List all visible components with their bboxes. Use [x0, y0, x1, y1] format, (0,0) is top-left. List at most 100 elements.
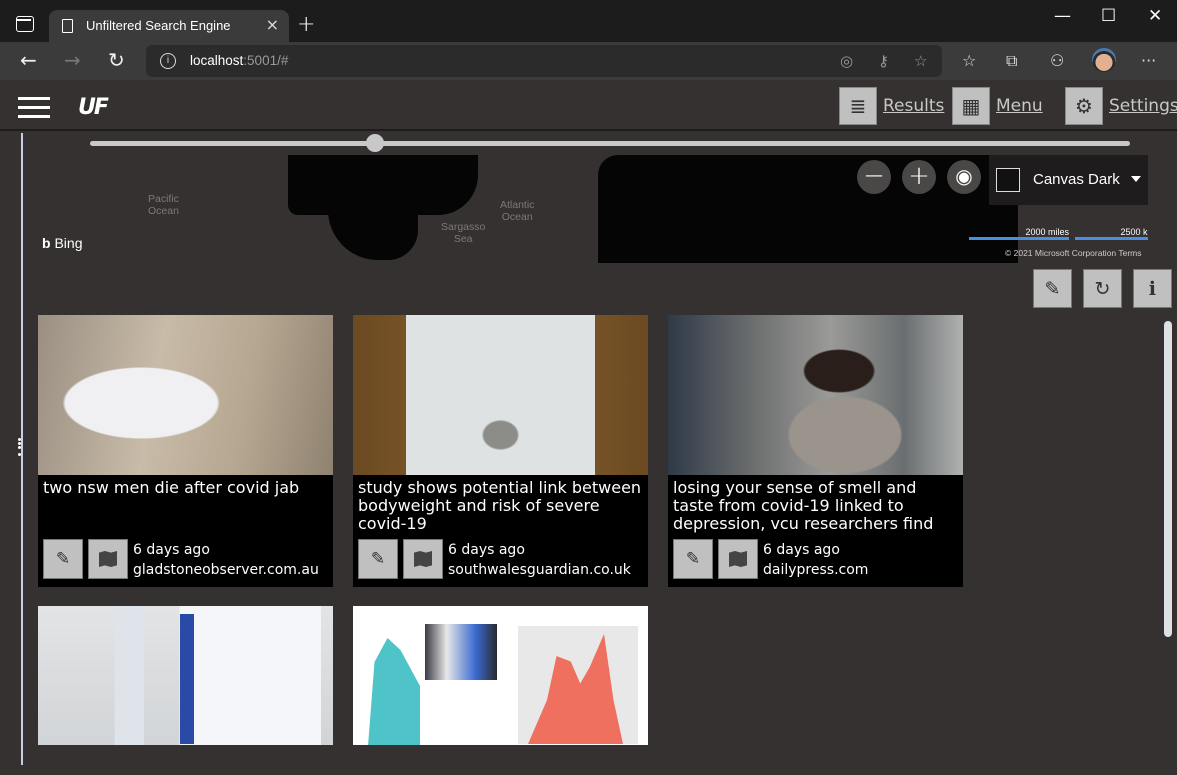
collections-icon[interactable]: ⧉	[1006, 51, 1017, 71]
result-source[interactable]: southwalesguardian.co.uk	[448, 562, 631, 578]
result-footer: ✎ 6 days ago dailypress.com	[668, 537, 963, 587]
list-icon: ≣	[839, 87, 877, 125]
new-tab-button[interactable]: +	[297, 12, 315, 37]
result-age: 6 days ago	[763, 542, 840, 558]
refresh-button[interactable]: ↻	[108, 48, 125, 72]
result-source[interactable]: dailypress.com	[763, 562, 868, 578]
favorites-icon[interactable]: ☆	[962, 51, 976, 70]
map-style-picker[interactable]: Canvas Dark	[989, 155, 1148, 205]
edit-button[interactable]: ✎	[1033, 269, 1072, 308]
zoom-out-button[interactable]: −	[857, 160, 891, 194]
locate-me-button[interactable]: ◉	[947, 160, 981, 194]
site-info-icon[interactable]: i	[160, 53, 176, 69]
result-age: 6 days ago	[133, 542, 210, 558]
browser-titlebar: Unfiltered Search Engine × + — ☐ ✕	[0, 0, 1177, 42]
map-label-atlantic: Atlantic Ocean	[500, 199, 535, 223]
edit-result-button[interactable]: ✎	[358, 539, 398, 579]
minimize-button[interactable]: —	[1054, 6, 1071, 26]
close-tab-icon[interactable]: ×	[266, 15, 279, 34]
key-icon[interactable]: ⚷	[878, 52, 889, 70]
zoom-in-button[interactable]: +	[902, 160, 936, 194]
browser-toolbar: ← → ↻ i localhost:5001/# ◎ ⚷ ☆ ☆ ⧉ ⚇ ···	[0, 42, 1177, 80]
add-favorite-icon[interactable]: ☆	[914, 52, 927, 70]
url-port: :5001/#	[243, 53, 289, 68]
info-button[interactable]: ℹ	[1133, 269, 1172, 308]
map-icon	[414, 551, 432, 567]
nav-settings-label[interactable]: Settings	[1109, 96, 1177, 116]
result-card[interactable]	[353, 606, 648, 745]
map-icon	[99, 551, 117, 567]
result-footer: ✎ 6 days ago gladstoneobserver.com.au	[38, 537, 333, 587]
grid-icon: ▦	[952, 87, 990, 125]
gear-icon: ⚙	[1065, 87, 1103, 125]
result-source[interactable]: gladstoneobserver.com.au	[133, 562, 319, 578]
result-card[interactable]	[38, 606, 333, 745]
app-header: UF ≣ Results ▦ Menu ⚙ Settings	[0, 80, 1177, 131]
pencil-icon: ✎	[685, 549, 701, 569]
results-scrollbar[interactable]	[1164, 321, 1172, 637]
page-icon	[62, 19, 73, 33]
map-style-thumbnail	[996, 168, 1020, 192]
nav-menu[interactable]: ▦ Menu	[952, 87, 1043, 125]
forward-button[interactable]: →	[64, 48, 81, 72]
share-icon[interactable]: ⚇	[1050, 51, 1064, 70]
tab-actions-icon[interactable]	[16, 16, 34, 32]
result-card[interactable]: study shows potential link between bodyw…	[353, 315, 648, 587]
show-on-map-button[interactable]	[88, 539, 128, 579]
edit-result-button[interactable]: ✎	[43, 539, 83, 579]
pencil-icon: ✎	[1044, 277, 1061, 300]
slider-thumb[interactable]	[365, 134, 384, 152]
edit-result-button[interactable]: ✎	[673, 539, 713, 579]
sputnik-box-stripe	[180, 614, 194, 744]
chart-thumb-photo	[425, 624, 497, 680]
url-text[interactable]: localhost:5001/#	[190, 53, 288, 68]
back-button[interactable]: ←	[20, 48, 37, 72]
result-age: 6 days ago	[448, 542, 525, 558]
refresh-results-button[interactable]: ↻	[1083, 269, 1122, 308]
map-land-central-america	[328, 210, 418, 260]
map-copyright[interactable]: © 2021 Microsoft Corporation Terms	[1005, 248, 1142, 258]
result-title[interactable]: two nsw men die after covid jab	[38, 475, 333, 537]
map-land-north-america	[288, 155, 478, 215]
drag-handle-icon[interactable]	[17, 437, 25, 461]
profile-avatar[interactable]	[1092, 48, 1116, 72]
map-label-sargasso: Sargasso Sea	[441, 221, 486, 245]
location-icon[interactable]: ◎	[840, 52, 853, 70]
result-footer: ✎ 6 days ago southwalesguardian.co.uk	[353, 537, 648, 587]
result-thumbnail[interactable]	[38, 315, 333, 475]
result-card[interactable]: two nsw men die after covid jab ✎ 6 days…	[38, 315, 333, 587]
pencil-icon: ✎	[370, 549, 386, 569]
result-thumbnail[interactable]	[353, 315, 648, 475]
result-title[interactable]: losing your sense of smell and taste fro…	[668, 475, 963, 537]
chevron-down-icon	[1131, 176, 1141, 182]
bing-icon: b	[42, 235, 55, 251]
nav-settings[interactable]: ⚙ Settings	[1065, 87, 1177, 125]
map[interactable]: Pacific Ocean Atlantic Ocean Sargasso Se…	[38, 155, 1148, 263]
hamburger-menu-icon[interactable]	[18, 97, 50, 119]
show-on-map-button[interactable]	[718, 539, 758, 579]
result-thumbnail[interactable]	[353, 606, 648, 745]
result-title[interactable]: study shows potential link between bodyw…	[353, 475, 648, 537]
nav-menu-label[interactable]: Menu	[996, 96, 1043, 116]
bing-label: Bing	[54, 235, 83, 251]
scale-bar-miles: 2000 miles	[969, 227, 1069, 240]
url-host: localhost	[190, 53, 244, 68]
app-page: UF ≣ Results ▦ Menu ⚙ Settings Pacific O…	[0, 80, 1177, 775]
maximize-button[interactable]: ☐	[1101, 6, 1116, 26]
browser-tab[interactable]: Unfiltered Search Engine ×	[49, 10, 289, 42]
nav-results-label[interactable]: Results	[883, 96, 944, 116]
result-card[interactable]: losing your sense of smell and taste fro…	[668, 315, 963, 587]
result-thumbnail[interactable]	[668, 315, 963, 475]
map-label-pacific: Pacific Ocean	[148, 193, 179, 217]
tab-title: Unfiltered Search Engine	[86, 18, 231, 33]
more-icon[interactable]: ···	[1141, 51, 1156, 70]
result-thumbnail[interactable]	[38, 606, 333, 745]
show-on-map-button[interactable]	[403, 539, 443, 579]
pencil-icon: ✎	[55, 549, 71, 569]
address-bar[interactable]: i localhost:5001/# ◎ ⚷ ☆	[146, 45, 942, 77]
refresh-icon: ↻	[1094, 277, 1111, 300]
nav-results[interactable]: ≣ Results	[839, 87, 944, 125]
close-window-button[interactable]: ✕	[1148, 6, 1162, 26]
bing-logo[interactable]: b Bing	[42, 235, 82, 251]
time-range-slider[interactable]	[90, 141, 1130, 146]
